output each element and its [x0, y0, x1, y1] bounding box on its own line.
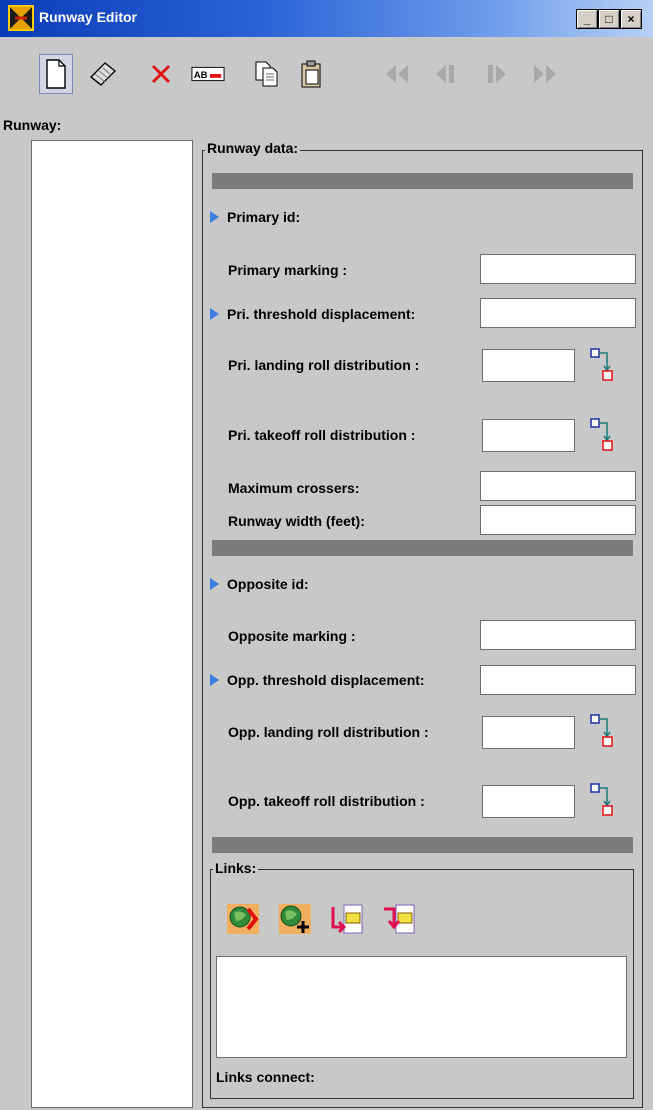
- separator-bar: [212, 173, 633, 189]
- runway-list-label: Runway:: [3, 117, 62, 133]
- rename-button[interactable]: AB: [191, 54, 225, 94]
- opp-takeoff-field[interactable]: [482, 785, 575, 818]
- delete-button[interactable]: [144, 54, 178, 94]
- max-crossers-field[interactable]: [480, 471, 636, 501]
- distribution-editor-icon[interactable]: [589, 713, 615, 749]
- pri-takeoff-field[interactable]: [482, 419, 575, 452]
- toolbar: AB: [0, 37, 653, 111]
- globe-add-icon[interactable]: [278, 903, 312, 935]
- opp-takeoff-label: Opp. takeoff roll distribution :: [228, 793, 425, 809]
- expand-arrow-icon[interactable]: [210, 211, 219, 223]
- svg-text:AB: AB: [194, 70, 208, 81]
- opp-threshold-label: Opp. threshold displacement:: [227, 672, 425, 688]
- minimize-button[interactable]: _: [576, 9, 598, 29]
- links-list[interactable]: [216, 956, 627, 1058]
- pri-threshold-label: Pri. threshold displacement:: [227, 306, 416, 322]
- copy-button[interactable]: [250, 54, 284, 94]
- separator-bar: [212, 540, 633, 556]
- distribution-editor-icon[interactable]: [589, 417, 615, 453]
- pri-landing-field[interactable]: [482, 349, 575, 382]
- new-button[interactable]: [39, 54, 73, 94]
- runway-list[interactable]: [31, 140, 193, 1108]
- opp-threshold-field[interactable]: [480, 665, 636, 695]
- rename-icon: AB: [191, 66, 225, 82]
- pri-threshold-field[interactable]: [480, 298, 636, 328]
- last-icon: [534, 65, 556, 83]
- primary-marking-label: Primary marking :: [228, 262, 348, 278]
- opposite-marking-field[interactable]: [480, 620, 636, 650]
- primary-marking-field[interactable]: [480, 254, 636, 284]
- expand-arrow-icon[interactable]: [210, 578, 219, 590]
- close-button[interactable]: ×: [620, 9, 642, 29]
- first-icon: [386, 65, 408, 83]
- pri-landing-label: Pri. landing roll distribution :: [228, 357, 420, 373]
- paste-icon: [301, 60, 321, 88]
- link-out-icon[interactable]: [382, 903, 416, 935]
- new-document-icon: [46, 59, 66, 89]
- runway-data-legend: Runway data:: [205, 140, 301, 156]
- previous-icon: [436, 65, 454, 83]
- next-icon: [488, 65, 506, 83]
- expand-arrow-icon[interactable]: [210, 308, 219, 320]
- clear-button[interactable]: [86, 54, 120, 94]
- eraser-icon: [90, 62, 116, 86]
- paste-button[interactable]: [294, 54, 328, 94]
- links-connect-label: Links connect:: [216, 1069, 315, 1085]
- copy-icon: [255, 61, 278, 87]
- title-bar: Runway Editor _ □ ×: [0, 0, 653, 37]
- pri-takeoff-label: Pri. takeoff roll distribution :: [228, 427, 416, 443]
- opp-landing-field[interactable]: [482, 716, 575, 749]
- opposite-marking-label: Opposite marking :: [228, 628, 356, 644]
- delete-icon: [152, 65, 170, 83]
- distribution-editor-icon[interactable]: [589, 347, 615, 383]
- runway-width-field[interactable]: [480, 505, 636, 535]
- opposite-id-label: Opposite id:: [227, 576, 309, 592]
- first-button[interactable]: [380, 54, 414, 94]
- opp-landing-label: Opp. landing roll distribution :: [228, 724, 429, 740]
- max-crossers-label: Maximum crossers:: [228, 480, 360, 496]
- distribution-editor-icon[interactable]: [589, 782, 615, 818]
- links-legend: Links:: [213, 860, 259, 876]
- link-in-icon[interactable]: [330, 903, 364, 935]
- maximize-button[interactable]: □: [598, 9, 620, 29]
- runway-width-label: Runway width (feet):: [228, 513, 365, 529]
- app-logo-icon: [8, 5, 34, 31]
- globe-link-icon[interactable]: [226, 903, 260, 935]
- last-button[interactable]: [528, 54, 562, 94]
- separator-bar: [212, 837, 633, 853]
- previous-button[interactable]: [428, 54, 462, 94]
- window-title: Runway Editor: [39, 9, 138, 25]
- expand-arrow-icon[interactable]: [210, 674, 219, 686]
- next-button[interactable]: [480, 54, 514, 94]
- primary-id-label: Primary id:: [227, 209, 301, 225]
